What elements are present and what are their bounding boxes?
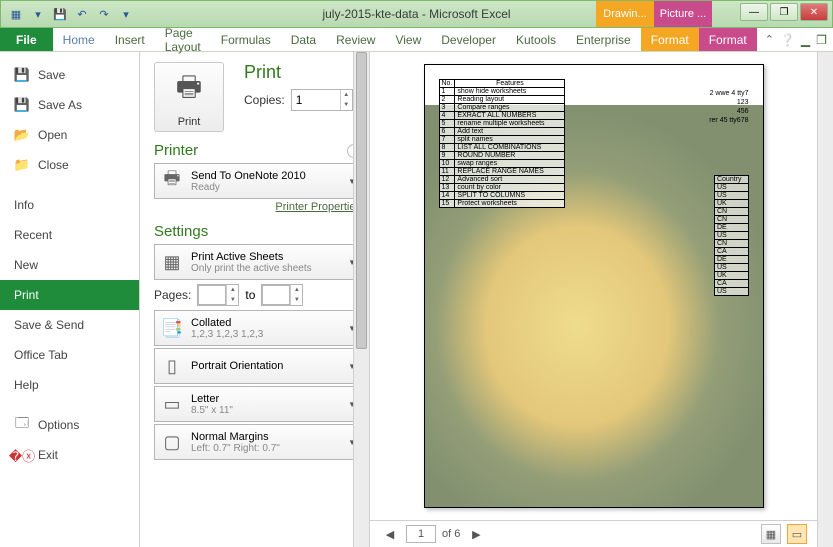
tab-format-drawing[interactable]: Format xyxy=(641,28,699,51)
help-icon[interactable]: ❔ xyxy=(780,33,795,47)
file-save-as[interactable]: 💾Save As xyxy=(0,90,139,120)
page-icon: ▭ xyxy=(159,391,185,417)
file-menu: 💾Save 💾Save As 📂Open 📁Close Info Recent … xyxy=(0,52,140,547)
save-icon[interactable]: 💾 xyxy=(51,5,69,23)
paper-size-select[interactable]: ▭ Letter8.5" x 11" ▼ xyxy=(154,386,361,422)
tab-formulas[interactable]: Formulas xyxy=(211,28,281,51)
title-bar: ▦ ▾ 💾 ↶ ↷ ▾ july-2015-kte-data - Microso… xyxy=(0,0,833,28)
excel-icon[interactable]: ▦ xyxy=(7,5,25,23)
settings-scrollbar[interactable] xyxy=(353,52,369,547)
show-margins-button[interactable]: ▦ xyxy=(761,524,781,544)
preview-page: No.Features 1show hide worksheets2Readin… xyxy=(424,64,764,508)
pages-range: Pages: ▲▼ to ▲▼ xyxy=(154,284,361,306)
preview-side-text: 2 wwe 4 tty7123456rer 45 tty678 xyxy=(709,89,748,125)
copies-spinner[interactable]: ▲▼ xyxy=(291,89,353,111)
folder-open-icon: 📂 xyxy=(14,127,30,143)
preview-footer: ◀ 1 of 6 ▶ ▦ ▭ xyxy=(370,520,817,547)
print-heading: Print xyxy=(244,62,353,83)
picture-tools-header: Picture ... xyxy=(654,1,712,27)
file-exit[interactable]: �ⓧExit xyxy=(0,440,139,470)
save-icon: 💾 xyxy=(14,67,30,83)
contextual-tab-headers: Drawin... Picture ... xyxy=(596,1,712,27)
save-as-icon: 💾 xyxy=(14,97,30,113)
tab-home[interactable]: Home xyxy=(53,28,105,51)
chevron-down-icon[interactable]: ▼ xyxy=(340,100,352,110)
sheets-icon: ▦ xyxy=(159,249,185,275)
dropdown-icon[interactable]: ▾ xyxy=(29,5,47,23)
margins-icon: ▢ xyxy=(159,429,185,455)
margins-select[interactable]: ▢ Normal MarginsLeft: 0.7" Right: 0.7" ▼ xyxy=(154,424,361,460)
minimize-button[interactable]: — xyxy=(740,3,768,21)
drawing-tools-header: Drawin... xyxy=(596,1,654,27)
file-options[interactable]: 🗔Options xyxy=(0,410,139,440)
printer-properties-link[interactable]: Printer Properties xyxy=(154,201,361,213)
redo-icon[interactable]: ↷ xyxy=(95,5,113,23)
pages-to[interactable]: ▲▼ xyxy=(261,284,303,306)
minimize-ribbon-icon[interactable]: ⌃ xyxy=(765,33,774,46)
tab-view[interactable]: View xyxy=(385,28,431,51)
tab-enterprise[interactable]: Enterprise xyxy=(566,28,641,51)
ribbon-tabs: File Home Insert Page Layout Formulas Da… xyxy=(0,28,833,52)
printer-heading: Printeri xyxy=(154,142,361,159)
scrollbar-thumb[interactable] xyxy=(356,52,367,349)
backstage-view: 💾Save 💾Save As 📂Open 📁Close Info Recent … xyxy=(0,52,833,547)
preview-scrollbar[interactable] xyxy=(817,52,833,547)
tab-insert[interactable]: Insert xyxy=(105,28,155,51)
undo-icon[interactable]: ↶ xyxy=(73,5,91,23)
tab-data[interactable]: Data xyxy=(281,28,326,51)
file-new[interactable]: New xyxy=(0,250,139,280)
printer-icon: 🖶 xyxy=(176,66,202,114)
window-buttons: — ❐ ✕ xyxy=(740,3,828,21)
close-button[interactable]: ✕ xyxy=(800,3,828,21)
pages-from[interactable]: ▲▼ xyxy=(197,284,239,306)
orientation-select[interactable]: ▯ Portrait Orientation ▼ xyxy=(154,348,361,384)
file-save-send[interactable]: Save & Send xyxy=(0,310,139,340)
window-title: july-2015-kte-data - Microsoft Excel xyxy=(322,7,510,21)
print-settings-pane: 🖶 Print Print Copies: ▲▼ Printeri 🖶 Send… xyxy=(140,52,370,547)
file-help[interactable]: Help xyxy=(0,370,139,400)
collate-icon: 📑 xyxy=(159,315,185,341)
preview-country-table: Country USUSUKCNCNDEUSCNCADEUSUKCAUS xyxy=(714,175,749,296)
exit-icon: �ⓧ xyxy=(14,447,30,463)
next-page-button[interactable]: ▶ xyxy=(466,524,486,544)
ribbon-right-controls: ⌃ ❔ ▁ ❐ ✕ xyxy=(757,33,833,47)
qat-more-icon[interactable]: ▾ xyxy=(117,5,135,23)
portrait-icon: ▯ xyxy=(159,353,185,379)
print-scope-select[interactable]: ▦ Print Active SheetsOnly print the acti… xyxy=(154,244,361,280)
quick-access-toolbar: ▦ ▾ 💾 ↶ ↷ ▾ xyxy=(1,5,135,23)
printer-ready-icon: 🖶 xyxy=(159,168,185,194)
tab-format-picture[interactable]: Format xyxy=(699,28,757,51)
maximize-button[interactable]: ❐ xyxy=(770,3,798,21)
copies-label: Copies: xyxy=(244,93,285,107)
workbook-restore-icon[interactable]: ❐ xyxy=(816,33,827,47)
file-print[interactable]: Print xyxy=(0,280,139,310)
preview-table: No.Features 1show hide worksheets2Readin… xyxy=(439,79,566,208)
print-preview-pane: No.Features 1show hide worksheets2Readin… xyxy=(370,52,817,547)
options-icon: 🗔 xyxy=(14,417,30,433)
page-total: of 6 xyxy=(442,528,460,540)
folder-icon: 📁 xyxy=(14,157,30,173)
printer-select[interactable]: 🖶 Send To OneNote 2010Ready ▼ xyxy=(154,163,361,199)
page-number[interactable]: 1 xyxy=(406,525,436,543)
tab-review[interactable]: Review xyxy=(326,28,385,51)
tab-kutools[interactable]: Kutools xyxy=(506,28,566,51)
zoom-to-page-button[interactable]: ▭ xyxy=(787,524,807,544)
tab-developer[interactable]: Developer xyxy=(431,28,506,51)
file-open[interactable]: 📂Open xyxy=(0,120,139,150)
file-info[interactable]: Info xyxy=(0,190,139,220)
collate-select[interactable]: 📑 Collated1,2,3 1,2,3 1,2,3 ▼ xyxy=(154,310,361,346)
chevron-up-icon[interactable]: ▲ xyxy=(340,90,352,100)
file-recent[interactable]: Recent xyxy=(0,220,139,250)
workbook-minimize-icon[interactable]: ▁ xyxy=(801,33,810,47)
file-office-tab[interactable]: Office Tab xyxy=(0,340,139,370)
copies-input[interactable] xyxy=(292,91,340,109)
settings-heading: Settings xyxy=(154,223,361,240)
file-tab[interactable]: File xyxy=(0,28,53,51)
preview-area: No.Features 1show hide worksheets2Readin… xyxy=(370,52,817,520)
prev-page-button[interactable]: ◀ xyxy=(380,524,400,544)
tab-page-layout[interactable]: Page Layout xyxy=(155,28,211,51)
file-close[interactable]: 📁Close xyxy=(0,150,139,180)
file-save[interactable]: 💾Save xyxy=(0,60,139,90)
print-button[interactable]: 🖶 Print xyxy=(154,62,224,132)
